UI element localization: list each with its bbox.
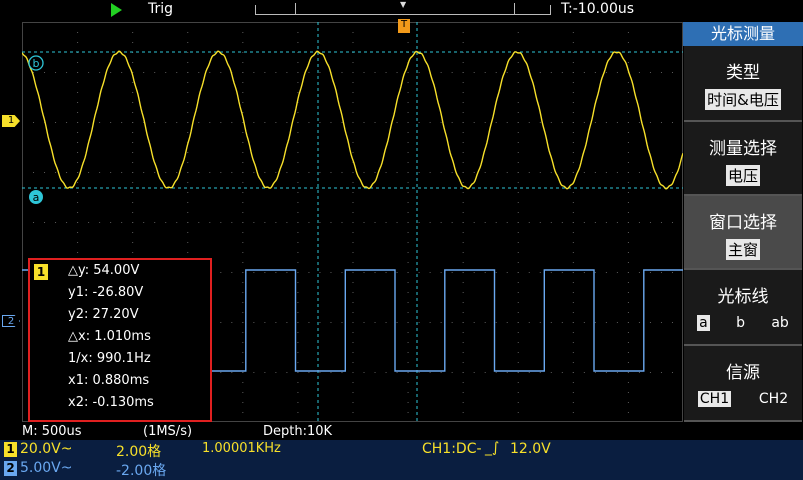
- ch1-position: 2.00格: [116, 444, 162, 460]
- source-option-ch2[interactable]: CH2: [759, 391, 788, 407]
- menu-title: 光标测量: [683, 22, 803, 46]
- ch1-frequency: 1.00001KHz: [202, 441, 281, 456]
- menu-item-cursor-line[interactable]: 光标线 a b ab: [684, 270, 802, 346]
- trigger-setting: CH1:DC-: [422, 441, 482, 457]
- ch1-volts-div: 20.0V~: [20, 441, 73, 457]
- trigger-level: 12.0V: [510, 441, 551, 457]
- cursor-measurement-panel: 1 △y: 54.00V y1: -26.80V y2: 27.20V △x: …: [28, 258, 212, 422]
- trigger-position-marker[interactable]: T: [398, 19, 410, 33]
- rising-edge-icon: _∫: [485, 440, 500, 456]
- menu-item-cursor-line-label: 光标线: [717, 287, 769, 307]
- ch1-status-badge[interactable]: 1: [4, 442, 17, 457]
- run-play-icon[interactable]: [111, 3, 122, 17]
- ch1-level-marker[interactable]: 1: [2, 115, 20, 127]
- menu-item-window-select-label: 窗口选择: [709, 213, 777, 233]
- delta-x-readout: △x: 1.010ms: [68, 329, 151, 344]
- x1-readout: x1: 0.880ms: [68, 373, 150, 388]
- delta-y-readout: △y: 54.00V: [68, 263, 140, 278]
- cursor-option-a[interactable]: a: [697, 315, 710, 331]
- menu-item-type-value: 时间&电压: [705, 89, 781, 110]
- ch2-status-badge[interactable]: 2: [4, 461, 17, 476]
- y1-readout: y1: -26.80V: [68, 285, 144, 300]
- timebase-row: [0, 422, 683, 440]
- cursor-option-ab[interactable]: ab: [771, 315, 788, 331]
- menu-item-source-label: 信源: [726, 363, 760, 383]
- menu-item-measure-select[interactable]: 测量选择 电压: [684, 122, 802, 196]
- menu-item-type[interactable]: 类型 时间&电压: [684, 46, 802, 122]
- menu-item-type-label: 类型: [726, 63, 760, 83]
- memory-center-marker-icon: ▼: [400, 0, 407, 9]
- time-delay-readout: T:-10.00us: [561, 1, 635, 17]
- trigger-status-label: Trig: [148, 1, 174, 17]
- y2-readout: y2: 27.20V: [68, 307, 139, 322]
- measure-channel-badge: 1: [34, 264, 48, 280]
- source-option-ch1[interactable]: CH1: [697, 391, 732, 407]
- top-right-blank: [683, 0, 803, 22]
- ch2-volts-div: 5.00V~: [20, 460, 73, 476]
- menu-item-measure-select-label: 测量选择: [709, 139, 777, 159]
- inverse-x-readout: 1/x: 990.1Hz: [68, 351, 151, 366]
- menu-item-measure-select-value: 电压: [725, 165, 760, 186]
- menu-item-source[interactable]: 信源 CH1 CH2: [684, 346, 802, 422]
- sample-rate-readout: (1MS/s): [143, 424, 193, 439]
- ch2-position: -2.00格: [116, 463, 167, 479]
- memory-depth-readout: Depth:10K: [263, 424, 333, 439]
- x2-readout: x2: -0.130ms: [68, 395, 154, 410]
- cursor-option-b[interactable]: b: [736, 315, 745, 331]
- ch2-level-marker[interactable]: 2: [2, 315, 20, 327]
- cursor-a-label: a: [33, 191, 40, 204]
- cursor-b-label: b: [33, 57, 40, 70]
- timebase-readout: M: 500us: [22, 424, 82, 439]
- top-status-bar: Trig ▼ T:-10.00us: [0, 0, 683, 22]
- menu-item-window-select[interactable]: 窗口选择 主窗: [684, 196, 802, 270]
- menu-item-window-select-value: 主窗: [725, 239, 760, 260]
